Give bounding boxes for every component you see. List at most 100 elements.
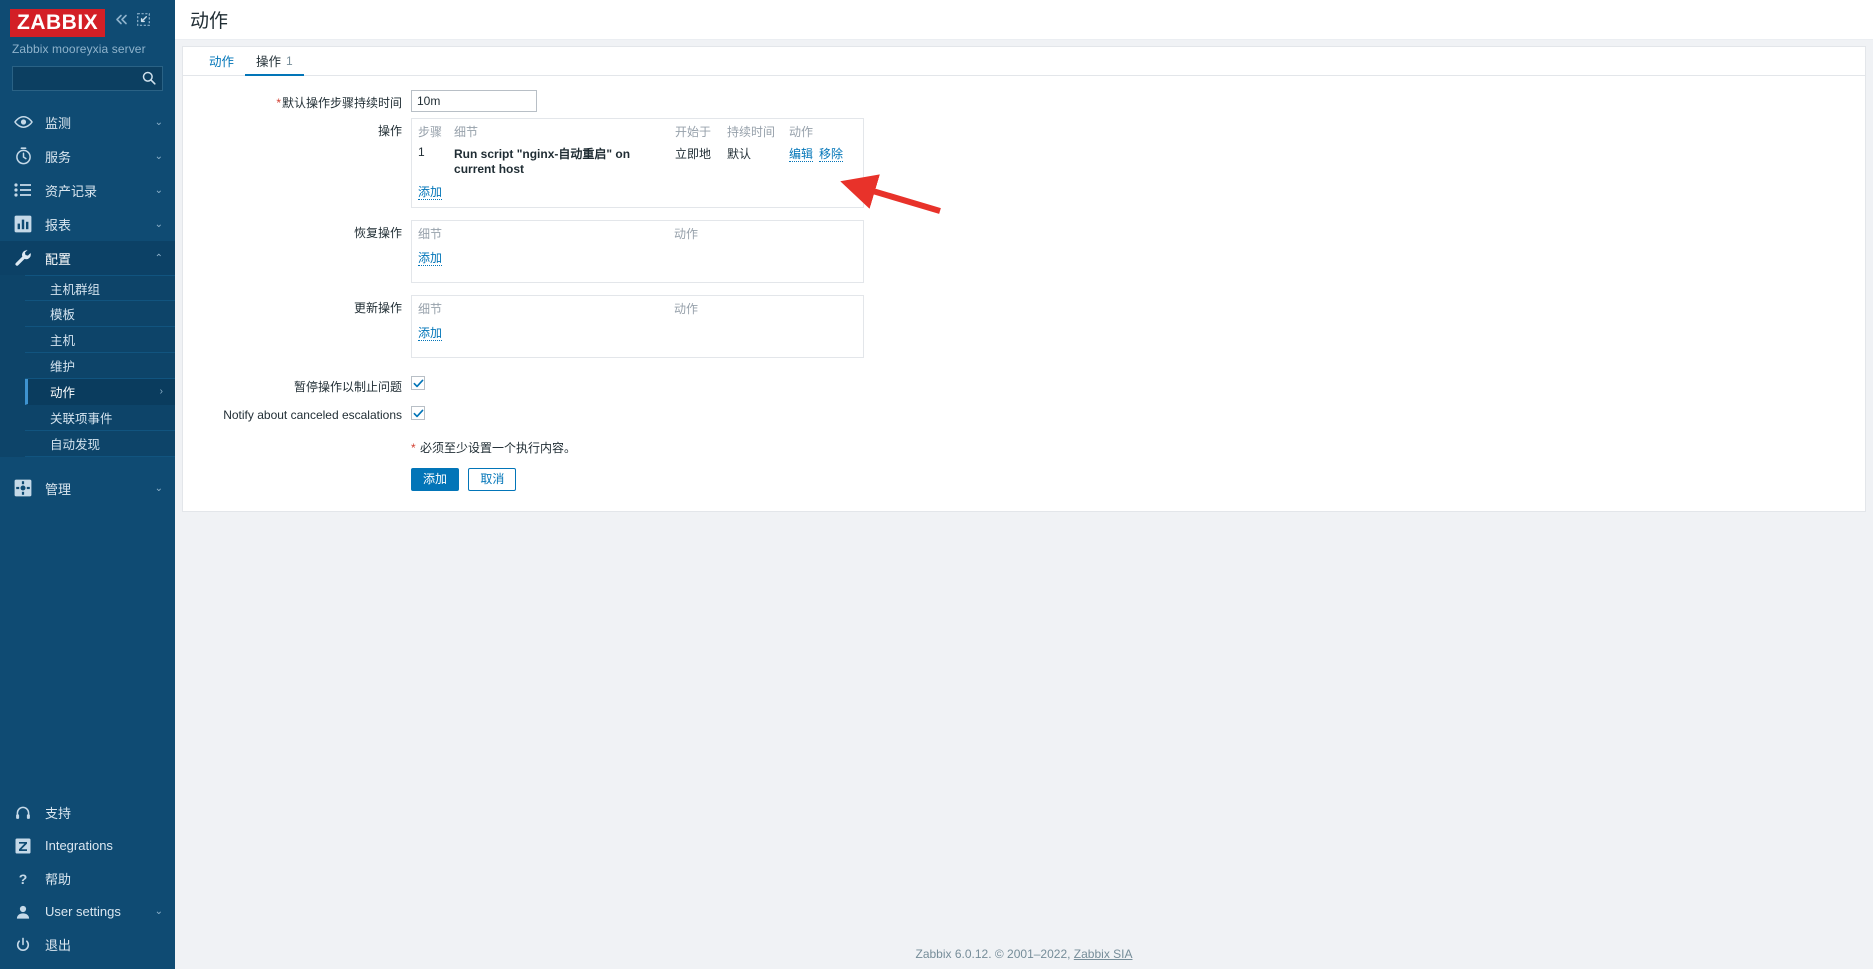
add-operation-link[interactable]: 添加: [418, 185, 443, 200]
zabbix-logo[interactable]: ZABBIX: [10, 9, 106, 37]
sidebar-item-actions[interactable]: 动作 ›: [25, 379, 175, 405]
cancel-button[interactable]: 取消: [468, 468, 517, 491]
sidebar-item-host-groups[interactable]: 主机群组: [25, 275, 175, 301]
sidebar-item-support[interactable]: 支持: [0, 796, 175, 829]
sidebar-logo-buttons: [114, 9, 151, 28]
pause-suppressed-checkbox[interactable]: [411, 376, 425, 390]
table-row: 1 Run script "nginx-自动重启" on current hos…: [412, 143, 863, 179]
sidebar-item-discovery[interactable]: 自动发现: [25, 431, 175, 457]
sidebar-item-label: 服务: [45, 149, 72, 165]
sidebar-top: ZABBIX Zabbix mooreyxia server: [0, 0, 175, 91]
cell-duration: 默认: [727, 147, 752, 161]
sidebar-item-monitoring[interactable]: 监测 ⌄: [0, 105, 175, 139]
sidebar-item-signout[interactable]: 退出: [0, 928, 175, 961]
sidebar-logo-row: ZABBIX: [0, 0, 175, 37]
update-table-head: 细节 动作: [412, 296, 863, 320]
chevron-double-left-icon[interactable]: [114, 13, 129, 28]
add-update-operation-link[interactable]: 添加: [418, 326, 443, 341]
field-notify-canceled: Notify about canceled escalations: [183, 404, 1865, 422]
sidebar-item-help[interactable]: ? 帮助: [0, 862, 175, 895]
update-operations-table-wrapper: 细节 动作 添加: [411, 295, 864, 358]
field-update-operations: 更新操作 细节 动作 添加: [183, 295, 1865, 358]
notify-canceled-checkbox[interactable]: [411, 406, 425, 420]
field-control: 细节 动作 添加: [411, 220, 1865, 283]
field-label: 恢复操作: [353, 226, 402, 240]
update-add-row: 添加: [412, 320, 863, 357]
sidebar-item-integrations[interactable]: Integrations: [0, 829, 175, 862]
sidebar-item-configuration[interactable]: 配置 ⌃: [0, 241, 175, 275]
table-header-row: 细节 动作: [412, 296, 863, 320]
sidebar-bottom-nav: 支持 Integrations ? 帮助 User settings ⌄ 退出: [0, 796, 175, 961]
form-hint: * 必须至少设置一个执行内容。: [411, 435, 1865, 456]
column-action: 动作: [674, 227, 699, 241]
table-header-row: 步骤 细节 开始于 持续时间 动作: [412, 119, 863, 143]
sidebar-item-templates[interactable]: 模板: [25, 301, 175, 327]
add-recovery-operation-link[interactable]: 添加: [418, 251, 443, 266]
app-root: ZABBIX Zabbix mooreyxia server 监测 ⌄ 服务 ⌄…: [0, 0, 1873, 969]
cell-actions: 编辑 移除: [783, 143, 863, 179]
sidebar-subitem-label: 主机群组: [50, 282, 101, 297]
sidebar-item-maintenance[interactable]: 维护: [25, 353, 175, 379]
search-input[interactable]: [13, 67, 162, 90]
tab-operations[interactable]: 操作 1: [245, 47, 304, 76]
chevron-down-icon[interactable]: ⌄: [155, 219, 163, 230]
operations-table-head: 步骤 细节 开始于 持续时间 动作: [412, 119, 863, 143]
footer-link[interactable]: Zabbix SIA: [1074, 947, 1133, 961]
cell-step: 1: [418, 145, 425, 159]
hint-marker: *: [411, 441, 416, 455]
operations-table-body: 1 Run script "nginx-自动重启" on current hos…: [412, 143, 863, 179]
chevron-down-icon[interactable]: ⌄: [155, 185, 163, 196]
sidebar-subitem-label: 模板: [50, 308, 76, 322]
operations-form: *默认操作步骤持续时间 操作 步骤: [183, 76, 1865, 491]
cell-start-in: 立即地: [675, 147, 712, 161]
required-marker: *: [276, 96, 281, 110]
collapse-view-icon[interactable]: [137, 13, 151, 28]
service-clock-icon: [12, 145, 34, 167]
sidebar-subnav-configuration: 主机群组 模板 主机 维护 动作 › 关联项事件 自动发现: [0, 275, 175, 457]
chevron-right-icon[interactable]: ›: [160, 386, 163, 397]
sidebar-item-label: User settings: [45, 904, 121, 919]
column-step: 步骤: [418, 125, 443, 139]
form-buttons-row: 添加 取消: [183, 468, 1865, 491]
chevron-down-icon[interactable]: ⌄: [155, 483, 163, 494]
default-duration-input[interactable]: [411, 90, 537, 112]
power-icon: [12, 934, 34, 956]
submit-button[interactable]: 添加: [411, 468, 460, 491]
field-label: Notify about canceled escalations: [223, 408, 402, 422]
sidebar-item-correlation[interactable]: 关联项事件: [25, 405, 175, 431]
sidebar-subitem-label: 动作: [50, 386, 76, 400]
action-form-card: 动作 操作 1 *默认操作步骤持续时间 10m 操作 步骤 细节 开始于 持续时…: [182, 46, 1866, 512]
chevron-down-icon[interactable]: ⌄: [155, 151, 163, 162]
tab-action[interactable]: 动作: [198, 47, 245, 76]
sidebar-item-inventory[interactable]: 资产记录 ⌄: [0, 173, 175, 207]
search-box[interactable]: [12, 66, 163, 91]
chevron-down-icon[interactable]: ⌄: [155, 906, 163, 917]
edit-operation-link[interactable]: 编辑: [789, 147, 814, 162]
column-action: 动作: [674, 302, 699, 316]
field-control: [411, 404, 1865, 422]
list-icon: [12, 179, 34, 201]
wrench-icon: [12, 247, 34, 269]
chevron-up-icon[interactable]: ⌃: [155, 253, 163, 264]
search-icon[interactable]: [142, 71, 156, 85]
server-name: Zabbix mooreyxia server: [12, 42, 146, 56]
sidebar-item-user-settings[interactable]: User settings ⌄: [0, 895, 175, 928]
sidebar-subitem-label: 关联项事件: [50, 412, 113, 426]
remove-operation-link[interactable]: 移除: [819, 147, 844, 162]
sidebar-item-hosts[interactable]: 主机: [25, 327, 175, 353]
sidebar-item-label: 配置: [45, 251, 72, 267]
gear-icon: [12, 477, 34, 499]
sidebar-item-reports[interactable]: 报表 ⌄: [0, 207, 175, 241]
hint-text: 必须至少设置一个执行内容。: [420, 441, 577, 455]
field-control: 细节 动作 添加: [411, 295, 1865, 358]
sidebar-subitem-label: 主机: [50, 334, 76, 348]
sidebar-item-administration[interactable]: 管理 ⌄: [0, 471, 175, 505]
field-label: 暂停操作以制止问题: [293, 380, 402, 394]
sidebar-subitem-label: 维护: [50, 360, 76, 374]
column-details: 细节: [418, 227, 443, 241]
form-tabs: 动作 操作 1: [183, 47, 1865, 76]
chevron-down-icon[interactable]: ⌄: [155, 117, 163, 128]
field-operations: 操作 步骤 细节 开始于 持续时间 动作 1 Run script "nginx…: [183, 118, 1865, 208]
main-content: 动作 动作 操作 1 *默认操作步骤持续时间 10m 操作 步骤 细节 开始于 …: [175, 0, 1873, 969]
sidebar-item-services[interactable]: 服务 ⌄: [0, 139, 175, 173]
